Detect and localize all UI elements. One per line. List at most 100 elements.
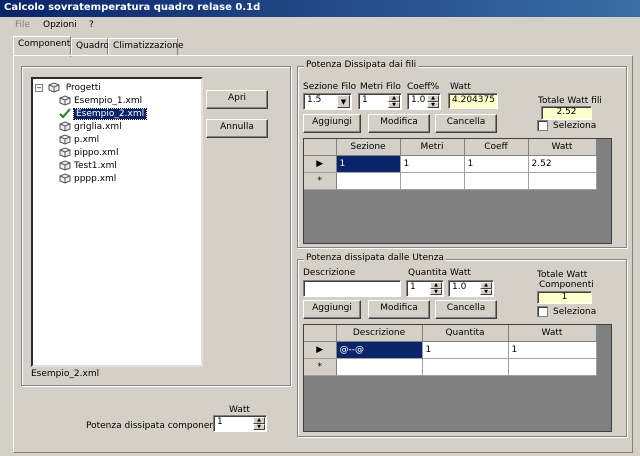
utenza-table: Descrizione Quantita Watt ▶ @--@ 1 1 * (304, 325, 597, 376)
column-header[interactable]: Coeff (464, 139, 529, 156)
coeff-value: 1.0 (411, 95, 426, 105)
spin-down-icon[interactable]: ▼ (480, 288, 492, 295)
metri-label: Metri Filo (360, 82, 401, 92)
fili-group-title: Potenza Dissipata dai fili (304, 60, 419, 70)
title-bar: Calcolo sovratemperatura quadro relase 0… (0, 0, 640, 17)
tab-quadro[interactable]: Quadro (71, 38, 110, 56)
tree-file-item[interactable]: griglia.xml (59, 121, 122, 132)
new-row[interactable]: * (304, 358, 597, 376)
coeff-label: Coeff% (407, 82, 440, 92)
tree-file-item[interactable]: p.xml (59, 134, 99, 145)
seleziona-fili-label: Seleziona (553, 121, 597, 131)
fili-watt-label: Watt (450, 82, 471, 92)
tree-file-item[interactable]: Esempio_1.xml (59, 95, 142, 106)
project-tree[interactable]: − Progetti Esempio_1.xml Esempio_2.xml gri… (31, 77, 203, 367)
quantita-spinner[interactable]: ▲ ▼ (430, 282, 442, 295)
column-header[interactable]: Metri (400, 139, 465, 156)
table-cell[interactable] (528, 172, 597, 190)
fili-modifica-button[interactable]: Modifica (368, 114, 430, 133)
menu-file[interactable]: File (15, 20, 30, 30)
potenza-componenti-value: 1 (217, 417, 223, 427)
sezione-select[interactable]: 1.5 ▼ (303, 93, 352, 110)
fili-cancella-button[interactable]: Cancella (435, 114, 497, 133)
totale-componenti-value: 1 (537, 291, 592, 304)
cube-icon (59, 160, 71, 171)
coeff-field[interactable]: 1.0 ▲ ▼ (407, 93, 441, 110)
table-cell[interactable] (336, 358, 423, 376)
column-header[interactable]: Watt (508, 325, 597, 342)
tree-file-item[interactable]: Test1.xml (59, 160, 117, 171)
tree-file-label: Esempio_2.xml (72, 108, 148, 120)
seleziona-fili-checkbox[interactable] (537, 120, 548, 131)
collapse-icon[interactable]: − (35, 83, 43, 92)
tree-file-label: p.xml (74, 135, 100, 145)
table-row[interactable]: ▶ 1 1 1 2.52 (304, 155, 597, 173)
tab-componenti[interactable]: Componenti (13, 36, 73, 57)
utenza-watt-field[interactable]: 1.0 ▲ ▼ (448, 280, 494, 297)
tab-climatizzazione[interactable]: Climatizzazione (108, 38, 184, 56)
potenza-componenti-label: Potenza dissipata componenti (86, 421, 222, 431)
fili-grid[interactable]: Sezione Metri Coeff Watt ▶ 1 1 1 2.52 * (303, 138, 612, 244)
menu-opzioni[interactable]: Opzioni (43, 20, 77, 30)
row-header-corner (304, 139, 337, 156)
current-row-arrow-icon: ▶ (304, 341, 337, 359)
table-cell[interactable]: 1 (422, 341, 509, 359)
table-cell[interactable]: 1 (400, 155, 465, 173)
tree-file-label: pppp.xml (74, 174, 117, 184)
table-cell[interactable]: @--@ (336, 341, 423, 359)
table-cell[interactable]: 1 (336, 155, 401, 173)
totale-fili-value: 2.52 (541, 106, 592, 120)
table-cell[interactable]: 1 (464, 155, 529, 173)
quantita-label: Quantita (408, 268, 448, 278)
dropdown-arrow-icon[interactable]: ▼ (337, 95, 350, 108)
seleziona-utenza-checkbox[interactable] (537, 306, 548, 317)
window-title: Calcolo sovratemperatura quadro relase 0… (4, 2, 261, 13)
spin-down-icon[interactable]: ▼ (427, 101, 439, 108)
table-cell[interactable]: 2.52 (528, 155, 597, 173)
potenza-componenti-spinner[interactable]: ▲ ▼ (253, 417, 265, 430)
fili-aggiungi-button[interactable]: Aggiungi (303, 114, 361, 133)
metri-field[interactable]: 1 ▲ ▼ (358, 93, 402, 110)
utenza-modifica-button[interactable]: Modifica (368, 300, 430, 319)
tree-file-item[interactable]: pippo.xml (59, 147, 118, 158)
table-cell[interactable] (464, 172, 529, 190)
table-cell[interactable] (422, 358, 509, 376)
column-header[interactable]: Watt (528, 139, 597, 156)
utenza-watt-value: 1.0 (452, 282, 467, 292)
tree-file-item[interactable]: pppp.xml (59, 173, 116, 184)
spin-down-icon[interactable]: ▼ (388, 101, 400, 108)
utenza-aggiungi-button[interactable]: Aggiungi (303, 300, 361, 319)
tree-file-item[interactable]: Esempio_2.xml (59, 108, 148, 120)
tree-root[interactable]: − Progetti (35, 82, 101, 93)
potenza-componenti-field[interactable]: 1 ▲ ▼ (213, 415, 267, 432)
metri-spinner[interactable]: ▲ ▼ (388, 95, 400, 108)
spin-down-icon[interactable]: ▼ (430, 288, 442, 295)
utenza-watt-spinner[interactable]: ▲ ▼ (480, 282, 492, 295)
table-cell[interactable] (400, 172, 465, 190)
apri-button[interactable]: Apri (206, 90, 268, 109)
menu-help[interactable]: ? (89, 20, 94, 30)
cube-icon (59, 95, 71, 106)
tree-file-label: pippo.xml (74, 148, 119, 158)
table-row[interactable]: ▶ @--@ 1 1 (304, 341, 597, 359)
utenza-cancella-button[interactable]: Cancella (435, 300, 497, 319)
table-cell[interactable] (336, 172, 401, 190)
sezione-label: Sezione Filo (303, 82, 357, 92)
tab-quadro-label: Quadro (76, 41, 110, 51)
table-cell[interactable]: 1 (508, 341, 597, 359)
column-header[interactable]: Quantita (422, 325, 509, 342)
column-header[interactable]: Sezione (336, 139, 401, 156)
new-row[interactable]: * (304, 172, 597, 190)
quantita-field[interactable]: 1 ▲ ▼ (406, 280, 444, 297)
cube-icon (48, 82, 60, 93)
coeff-spinner[interactable]: ▲ ▼ (427, 95, 439, 108)
utenza-grid[interactable]: Descrizione Quantita Watt ▶ @--@ 1 1 * (303, 324, 612, 432)
application-window: Calcolo sovratemperatura quadro relase 0… (0, 0, 640, 456)
column-header[interactable]: Descrizione (336, 325, 423, 342)
descrizione-field[interactable] (303, 280, 401, 297)
annulla-button[interactable]: Annulla (206, 119, 268, 138)
checkmark-icon (59, 108, 71, 119)
spin-down-icon[interactable]: ▼ (253, 423, 265, 430)
cube-icon (59, 173, 71, 184)
table-cell[interactable] (508, 358, 597, 376)
